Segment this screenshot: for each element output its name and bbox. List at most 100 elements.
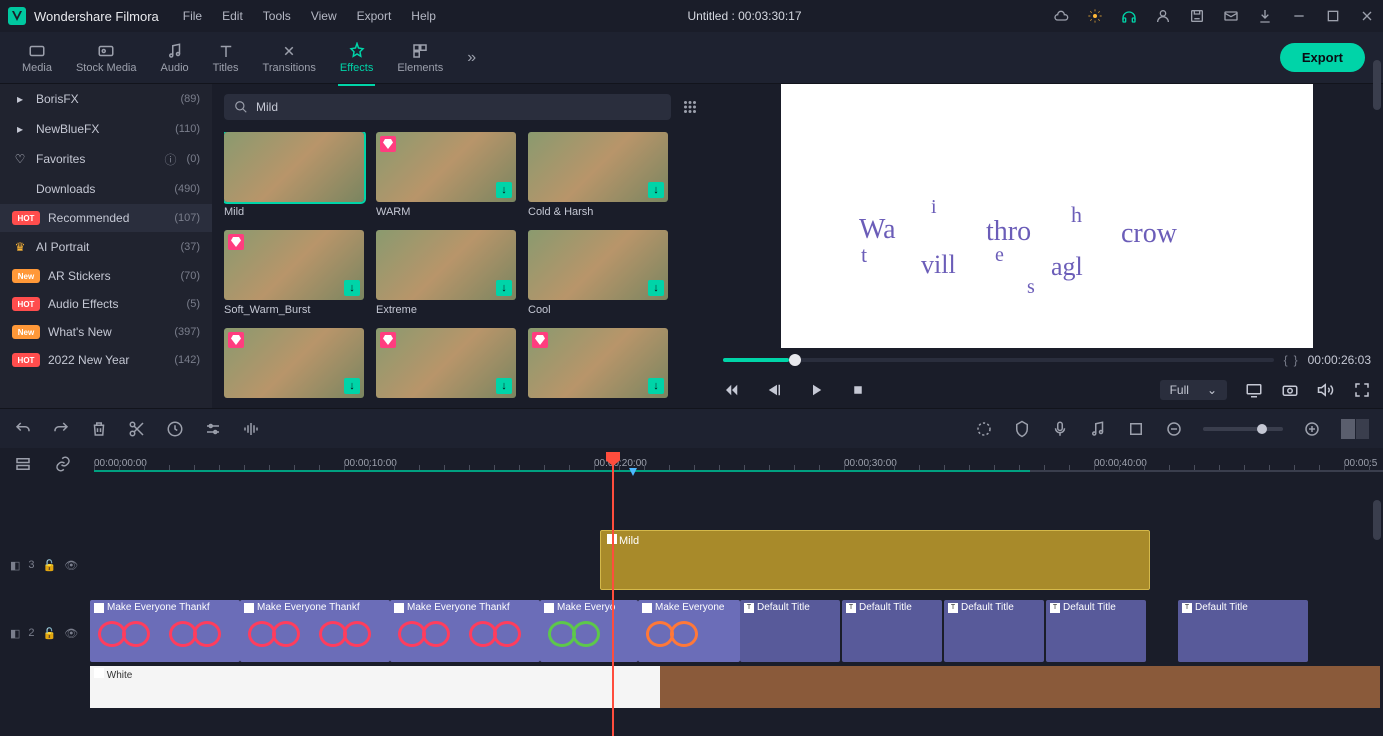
mark-in-out-icon[interactable]: {} bbox=[1284, 353, 1298, 367]
grid-view-icon[interactable] bbox=[681, 98, 699, 116]
download-icon[interactable] bbox=[648, 280, 664, 296]
sidebar-item-whats-new[interactable]: NewWhat's New(397) bbox=[0, 318, 212, 346]
sidebar-item-favorites[interactable]: ♡Favoritesⓘ(0) bbox=[0, 144, 212, 174]
seek-thumb[interactable] bbox=[789, 354, 801, 366]
search-box[interactable] bbox=[224, 94, 671, 120]
visibility-icon[interactable]: 👁 bbox=[64, 559, 78, 572]
manage-tracks-icon[interactable] bbox=[14, 455, 32, 473]
minimize-icon[interactable] bbox=[1291, 8, 1307, 24]
clip-title[interactable]: T Default Title bbox=[1178, 600, 1308, 662]
effect-thumb[interactable]: Mild bbox=[224, 132, 364, 218]
speed-icon[interactable] bbox=[166, 420, 184, 438]
effect-thumb[interactable]: Cold & Harsh bbox=[528, 132, 668, 218]
effect-thumb[interactable]: WARM bbox=[376, 132, 516, 218]
maximize-icon[interactable] bbox=[1325, 8, 1341, 24]
sidebar-item-audio-effects[interactable]: HOTAudio Effects(5) bbox=[0, 290, 212, 318]
user-icon[interactable] bbox=[1155, 8, 1171, 24]
tabs-more-icon[interactable]: » bbox=[455, 49, 488, 67]
undo-icon[interactable] bbox=[14, 420, 32, 438]
effect-thumb[interactable]: Extreme bbox=[376, 230, 516, 316]
sidebar-item-borisfx[interactable]: ▸BorisFX(89) bbox=[0, 84, 212, 114]
clip-brown[interactable] bbox=[660, 666, 1380, 708]
menu-file[interactable]: File bbox=[183, 9, 202, 23]
download-icon[interactable] bbox=[1257, 8, 1273, 24]
effect-thumb[interactable]: Cool bbox=[528, 230, 668, 316]
lock-icon[interactable]: 🔓 bbox=[43, 559, 57, 572]
fullscreen-icon[interactable] bbox=[1353, 381, 1371, 399]
effect-thumb[interactable] bbox=[376, 328, 516, 398]
step-back-icon[interactable] bbox=[723, 381, 741, 399]
link-icon[interactable] bbox=[54, 455, 72, 473]
sidebar-item-2022-new-year[interactable]: HOT2022 New Year(142) bbox=[0, 346, 212, 374]
download-icon[interactable] bbox=[496, 280, 512, 296]
zoom-in-icon[interactable] bbox=[1303, 420, 1321, 438]
tab-effects[interactable]: Effects bbox=[328, 38, 385, 78]
display-icon[interactable] bbox=[1245, 381, 1263, 399]
search-input[interactable] bbox=[256, 100, 661, 114]
adjust-icon[interactable] bbox=[204, 420, 222, 438]
menu-edit[interactable]: Edit bbox=[222, 9, 243, 23]
sidebar-item-newbluefx[interactable]: ▸NewBlueFX(110) bbox=[0, 114, 212, 144]
quality-dropdown[interactable]: Full⌄ bbox=[1160, 380, 1227, 400]
sidebar-item-recommended[interactable]: HOTRecommended(107) bbox=[0, 204, 212, 232]
tab-audio[interactable]: Audio bbox=[149, 38, 201, 78]
voiceover-icon[interactable] bbox=[1051, 420, 1069, 438]
download-icon[interactable] bbox=[496, 378, 512, 394]
sidebar-item-ai-portrait[interactable]: ♛AI Portrait(37) bbox=[0, 232, 212, 262]
waveform-icon[interactable] bbox=[242, 420, 260, 438]
visibility-icon[interactable]: 👁 bbox=[64, 627, 78, 640]
clip-title[interactable]: T Default Title bbox=[1046, 600, 1146, 662]
menu-export[interactable]: Export bbox=[357, 9, 392, 23]
sidebar-item-downloads[interactable]: Downloads(490) bbox=[0, 174, 212, 204]
tab-media[interactable]: Media bbox=[10, 38, 64, 78]
stop-icon[interactable] bbox=[849, 381, 867, 399]
snapshot-icon[interactable] bbox=[1281, 381, 1299, 399]
clip-white[interactable]: White bbox=[90, 666, 660, 708]
redo-icon[interactable] bbox=[52, 420, 70, 438]
clip-video[interactable]: Make Everyone Thankf bbox=[390, 600, 540, 662]
zoom-slider[interactable] bbox=[1203, 427, 1283, 431]
export-button[interactable]: Export bbox=[1280, 43, 1365, 72]
seek-track[interactable] bbox=[723, 358, 1274, 362]
volume-icon[interactable] bbox=[1317, 381, 1335, 399]
effect-thumb[interactable]: Soft_Warm_Burst bbox=[224, 230, 364, 316]
tab-stock-media[interactable]: Stock Media bbox=[64, 38, 149, 78]
clip-video[interactable]: Make Everyo bbox=[540, 600, 638, 662]
tab-titles[interactable]: Titles bbox=[201, 38, 251, 78]
sparkle-icon[interactable] bbox=[1087, 8, 1103, 24]
ruler[interactable]: 00:00:00:0000:00:10:0000:00:20:0000:00:3… bbox=[94, 448, 1383, 480]
marker-indicator-icon[interactable] bbox=[629, 468, 637, 476]
timeline-view-toggle[interactable] bbox=[1341, 419, 1369, 439]
download-icon[interactable] bbox=[496, 182, 512, 198]
delete-icon[interactable] bbox=[90, 420, 108, 438]
music-icon[interactable] bbox=[1089, 420, 1107, 438]
download-icon[interactable] bbox=[648, 182, 664, 198]
scrollbar[interactable] bbox=[1373, 60, 1381, 110]
download-icon[interactable] bbox=[648, 378, 664, 394]
clip-video[interactable]: Make Everyone Thankf bbox=[90, 600, 240, 662]
clip-title[interactable]: T Default Title bbox=[944, 600, 1044, 662]
preview-video[interactable]: Wativillthroeshaglcrow bbox=[781, 84, 1313, 348]
mail-icon[interactable] bbox=[1223, 8, 1239, 24]
marker-icon[interactable] bbox=[1013, 420, 1031, 438]
menu-view[interactable]: View bbox=[311, 9, 337, 23]
tab-elements[interactable]: Elements bbox=[385, 38, 455, 78]
split-icon[interactable] bbox=[128, 420, 146, 438]
prev-frame-icon[interactable] bbox=[765, 381, 783, 399]
zoom-out-icon[interactable] bbox=[1165, 420, 1183, 438]
clip-effect-mild[interactable]: Mild bbox=[600, 530, 1150, 590]
download-icon[interactable] bbox=[344, 378, 360, 394]
save-icon[interactable] bbox=[1189, 8, 1205, 24]
lock-icon[interactable]: 🔓 bbox=[43, 627, 57, 640]
tab-transitions[interactable]: Transitions bbox=[251, 38, 328, 78]
menu-help[interactable]: Help bbox=[411, 9, 436, 23]
crop-icon[interactable] bbox=[1127, 420, 1145, 438]
clip-title[interactable]: T Default Title bbox=[740, 600, 840, 662]
clip-video[interactable]: Make Everyone bbox=[638, 600, 740, 662]
download-icon[interactable] bbox=[344, 280, 360, 296]
clip-video[interactable]: Make Everyone Thankf bbox=[240, 600, 390, 662]
play-icon[interactable] bbox=[807, 381, 825, 399]
clip-title[interactable]: T Default Title bbox=[842, 600, 942, 662]
cloud-icon[interactable] bbox=[1053, 8, 1069, 24]
effect-thumb[interactable] bbox=[224, 328, 364, 398]
